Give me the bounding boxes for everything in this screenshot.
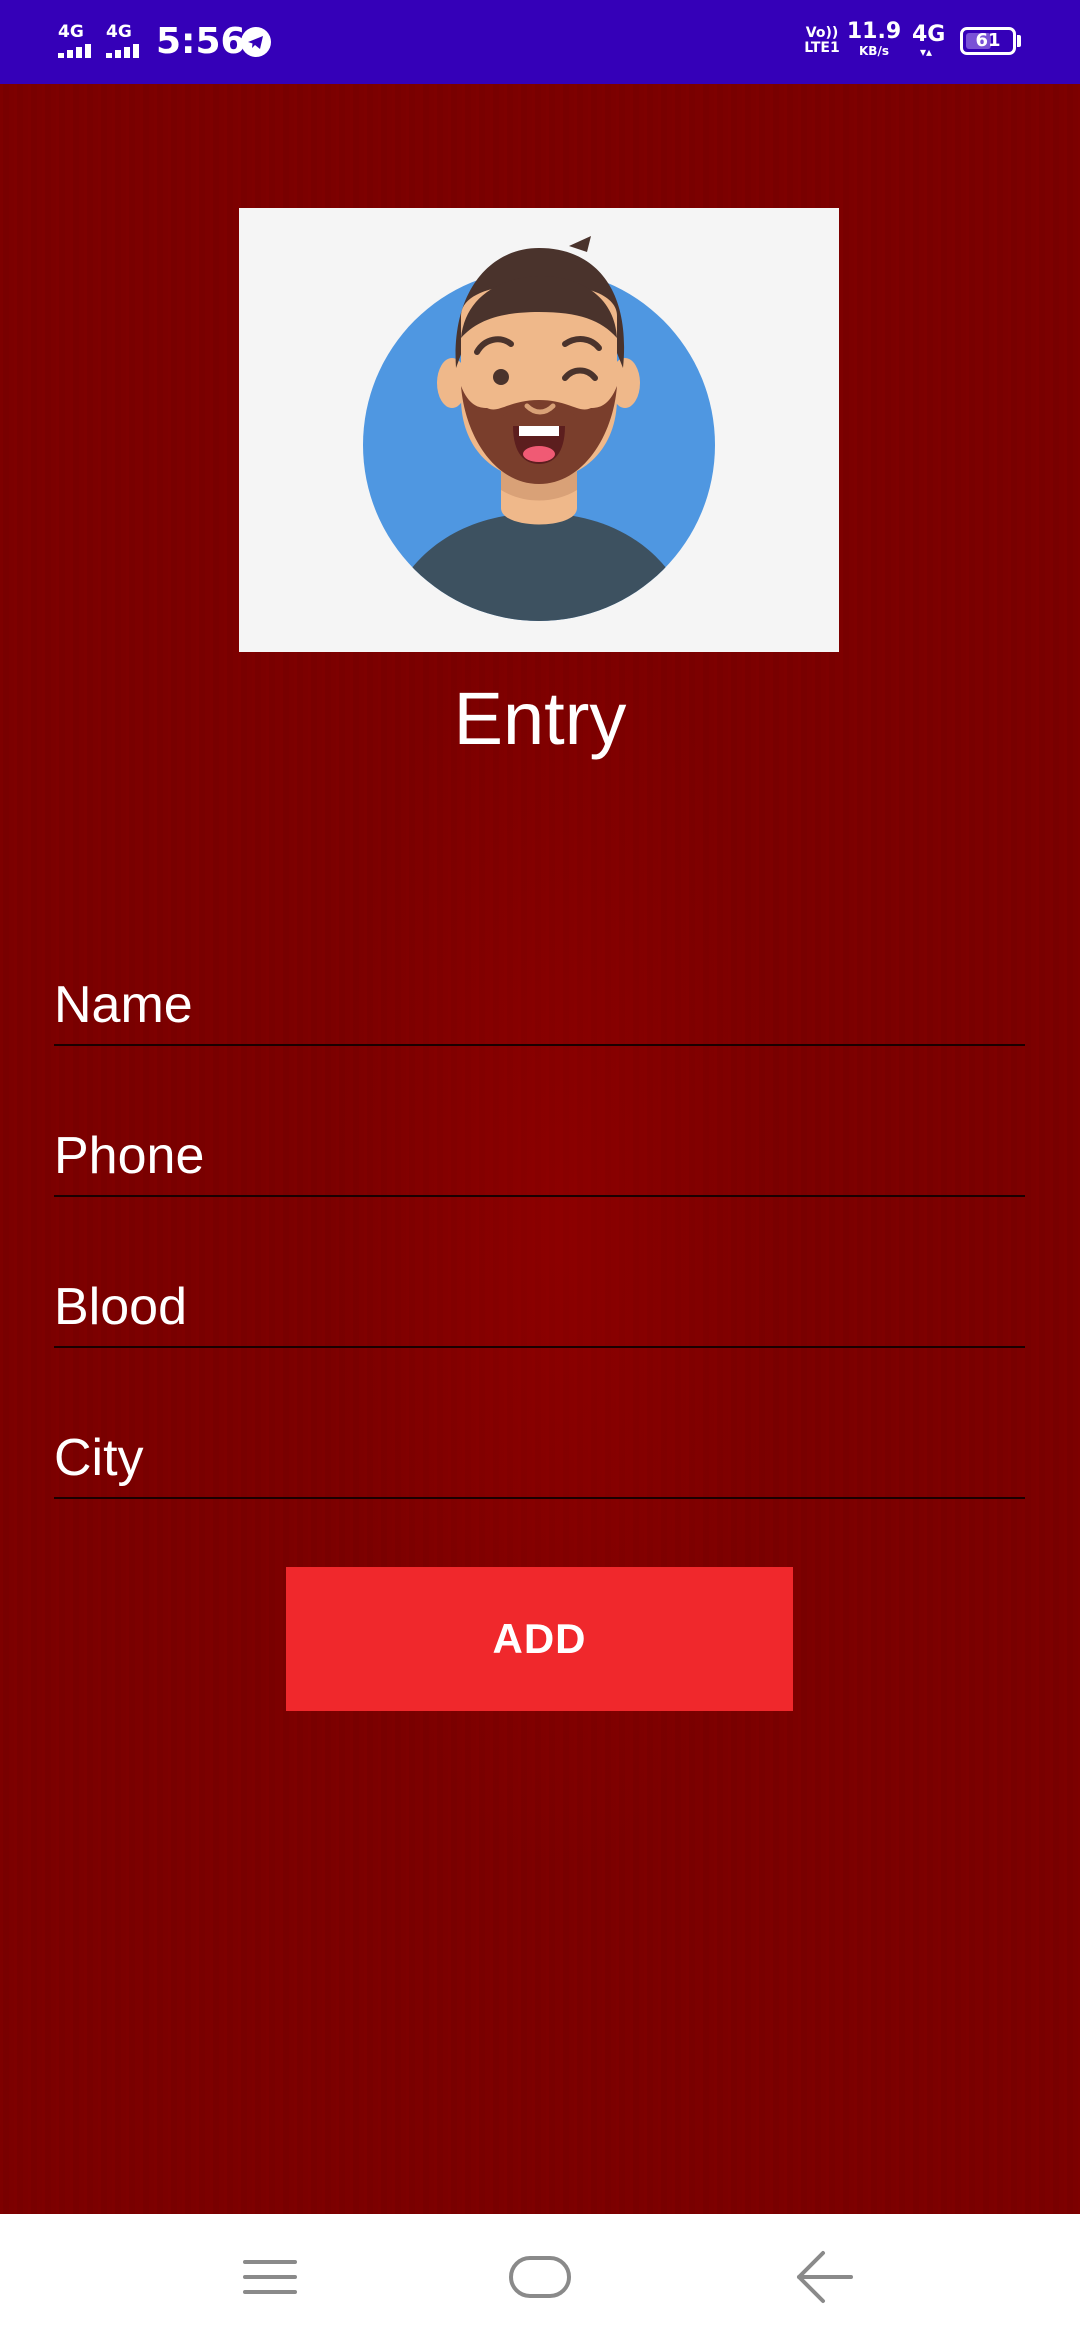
lte-label: LTE1 xyxy=(804,40,840,56)
name-field xyxy=(54,974,1025,1046)
main-content: Entry ADD xyxy=(0,84,1080,2214)
avatar-illustration xyxy=(363,236,715,621)
network-speed: 11.9 KB/s xyxy=(846,19,902,59)
network-speed-value: 11.9 xyxy=(846,19,902,44)
network-speed-unit: KB/s xyxy=(859,44,889,58)
volte-label: Vo)) xyxy=(805,25,839,41)
blood-input[interactable] xyxy=(54,1276,1025,1338)
name-input[interactable] xyxy=(54,974,1025,1036)
recent-apps-button[interactable] xyxy=(220,2232,320,2322)
home-icon xyxy=(509,2256,571,2298)
city-input[interactable] xyxy=(54,1427,1025,1489)
status-bar: 4G 4G 5:56 Vo)) LTE1 11.9 KB/s 4G ▾▴ 61 xyxy=(0,0,1080,84)
home-button[interactable] xyxy=(490,2232,590,2322)
city-field xyxy=(54,1427,1025,1499)
signal-strength-icon-2: 4G xyxy=(104,24,146,58)
add-button[interactable]: ADD xyxy=(286,1567,793,1711)
volte-indicator: Vo)) LTE1 xyxy=(802,26,842,56)
signal-network-label-1: 4G xyxy=(58,22,84,42)
phone-input[interactable] xyxy=(54,1125,1025,1187)
page-title: Entry xyxy=(453,677,627,760)
phone-field xyxy=(54,1125,1025,1197)
back-button[interactable] xyxy=(775,2232,875,2322)
network-type: 4G xyxy=(912,22,946,47)
clock-time: 5:56 xyxy=(156,21,246,62)
battery-terminal xyxy=(1017,35,1021,47)
back-arrow-icon xyxy=(797,2251,853,2303)
menu-icon xyxy=(243,2260,297,2294)
battery-icon: 61 xyxy=(960,27,1016,55)
signal-network-label-2: 4G xyxy=(106,22,132,42)
avatar-image xyxy=(239,208,839,652)
blood-field xyxy=(54,1276,1025,1348)
signal-strength-icon-1: 4G xyxy=(56,24,98,58)
battery-level: 61 xyxy=(975,30,1001,51)
screen: 4G 4G 5:56 Vo)) LTE1 11.9 KB/s 4G ▾▴ 61 … xyxy=(0,0,1080,2340)
data-activity-icon: ▾▴ xyxy=(920,45,933,59)
telegram-icon xyxy=(240,26,272,58)
navigation-bar xyxy=(0,2214,1080,2340)
